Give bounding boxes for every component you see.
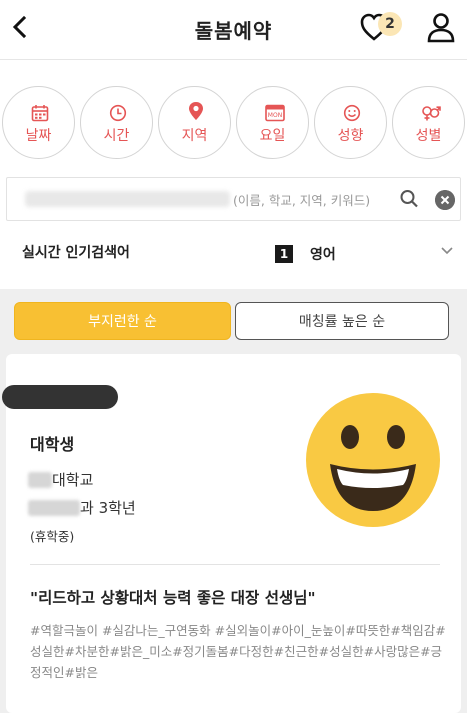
smile-icon xyxy=(343,104,361,122)
sort-match-rate-button[interactable]: 매칭률 높은 순 xyxy=(235,302,449,340)
weekday-icon-text: MON xyxy=(268,112,282,119)
search-placeholder: (이름, 학교, 지역, 키워드) xyxy=(233,193,371,208)
filter-bar: 날짜 시간 지역 MON 요일 성향 성별 xyxy=(0,86,467,166)
filter-date-button[interactable]: 날짜 xyxy=(2,86,75,159)
trending-keywords[interactable]: 실시간 인기검색어 1 영어 xyxy=(0,228,467,280)
user-profile-icon[interactable] xyxy=(426,12,456,44)
sitter-card[interactable]: 대학생 대학교 과 3학년 (휴학중) "리드하고 상황대처 능력 좋은 대장 … xyxy=(2,354,461,713)
sitter-headline: "리드하고 상황대처 능력 좋은 대장 선생님" xyxy=(30,589,316,607)
filter-label: 성향 xyxy=(337,128,364,144)
filter-region-button[interactable]: 지역 xyxy=(158,86,231,159)
clock-icon xyxy=(109,104,127,122)
filter-weekday-button[interactable]: MON 요일 xyxy=(236,86,309,159)
department-name-redacted xyxy=(28,500,80,516)
search-input[interactable]: (이름, 학교, 지역, 키워드) xyxy=(6,177,461,221)
filter-label: 지역 xyxy=(181,128,208,144)
app-header: 돌봄예약 2 xyxy=(0,0,467,60)
search-icon[interactable] xyxy=(399,188,419,210)
sitter-name-redacted xyxy=(2,385,118,409)
sitter-department: 과 3학년 xyxy=(80,499,136,517)
weekday-icon: MON xyxy=(265,104,285,122)
filter-label: 시간 xyxy=(103,128,130,144)
sitter-university: 대학교 xyxy=(52,471,94,489)
sitter-tags: #역할극놀이 #실감나는_구연동화 #실외놀이#아이_눈높이#따뜻한#책임감#성… xyxy=(30,623,446,680)
trending-keyword[interactable]: 영어 xyxy=(310,244,336,264)
gender-icon xyxy=(422,106,441,121)
filter-personality-button[interactable]: 성향 xyxy=(314,86,387,159)
sitter-role: 대학생 xyxy=(30,435,75,454)
wishlist-count-badge: 2 xyxy=(378,12,402,36)
search-query-redacted xyxy=(25,191,230,207)
filter-label: 성별 xyxy=(415,128,442,144)
sort-diligent-button[interactable]: 부지런한 순 xyxy=(14,302,231,340)
trending-rank-badge: 1 xyxy=(275,245,293,263)
card-divider xyxy=(30,564,440,565)
filter-time-button[interactable]: 시간 xyxy=(80,86,153,159)
sitter-status: (휴학중) xyxy=(30,529,75,544)
calendar-icon xyxy=(31,105,49,122)
chevron-down-icon[interactable] xyxy=(440,246,454,256)
filter-label: 요일 xyxy=(259,128,286,144)
smiley-avatar-icon xyxy=(306,393,440,527)
filter-gender-button[interactable]: 성별 xyxy=(392,86,465,159)
trending-label: 실시간 인기검색어 xyxy=(22,245,130,261)
clear-search-icon[interactable] xyxy=(435,190,455,210)
university-name-redacted xyxy=(28,472,52,488)
location-pin-icon xyxy=(189,102,203,120)
filter-label: 날짜 xyxy=(25,128,52,144)
